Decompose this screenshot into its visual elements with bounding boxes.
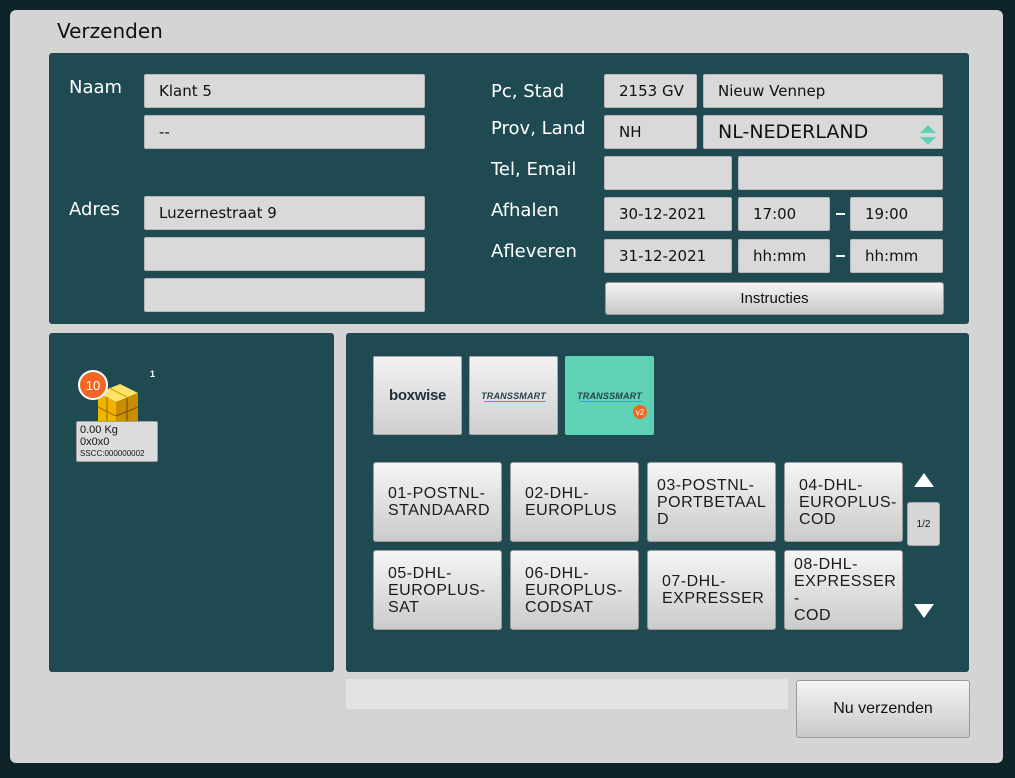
pickup-from-field[interactable]: 17:00 (738, 197, 830, 231)
address-line2-field[interactable] (144, 237, 425, 271)
page-indicator-label: 1/2 (916, 518, 931, 530)
city-field[interactable]: Nieuw Vennep (703, 74, 943, 108)
delivery-range-dash (836, 255, 845, 257)
service-button-08[interactable]: 08-DHL- EXPRESSER- COD (784, 550, 903, 630)
delivery-label: Afleveren (491, 241, 577, 262)
pickup-range-dash (836, 213, 845, 215)
service-button-01[interactable]: 01-POSTNL- STANDAARD (373, 462, 502, 542)
postcode-field[interactable]: 2153 GV (604, 74, 697, 108)
package-count-value: 10 (85, 377, 101, 393)
transsmart-v2-logo: TRANSSMART (577, 390, 642, 401)
carrier-boxwise-button[interactable]: boxwise (373, 356, 462, 435)
pickup-to-field[interactable]: 19:00 (850, 197, 943, 231)
transsmart-logo-underline (484, 401, 546, 402)
page-indicator: 1/2 (907, 502, 940, 546)
name2-field[interactable]: -- (144, 115, 425, 149)
carrier-transsmart-button[interactable]: TRANSSMART (469, 356, 558, 435)
email-field[interactable] (738, 156, 943, 190)
package-sscc: SSCC:000000002 (80, 449, 145, 458)
service-button-02[interactable]: 02-DHL- EUROPLUS (510, 462, 639, 542)
package-info: 0.00 Kg 0x0x0 SSCC:000000002 (76, 421, 158, 462)
transsmart-logo: TRANSSMART (481, 390, 546, 401)
transsmart-v2-logo-underline (580, 401, 642, 402)
version-badge-label: v2 (635, 407, 645, 417)
pickup-date-field[interactable]: 30-12-2021 (604, 197, 732, 231)
package-weight: 0.00 Kg (80, 424, 118, 436)
province-field[interactable]: NH (604, 115, 697, 149)
send-window: Verzenden Naam Klant 5 -- Adres Luzernes… (10, 10, 1003, 763)
tel-email-label: Tel, Email (491, 159, 577, 180)
package-panel: 10 1 0.00 Kg 0x0x0 SSCC:000000002 (49, 333, 334, 672)
country-select[interactable]: NL-NEDERLAND (703, 115, 943, 149)
delivery-from-field[interactable]: hh:mm (738, 239, 830, 273)
window-title: Verzenden (57, 19, 163, 43)
country-select-value: NL-NEDERLAND (718, 121, 869, 143)
name-label: Naam (69, 77, 123, 98)
address-panel: Naam Klant 5 -- Adres Luzernestraat 9 Pc… (49, 53, 969, 324)
page-up-arrow-icon[interactable] (913, 472, 935, 488)
name-field[interactable]: Klant 5 (144, 74, 425, 108)
package-item[interactable]: 10 1 0.00 Kg 0x0x0 SSCC:000000002 (76, 360, 160, 464)
delivery-date-field[interactable]: 31-12-2021 (604, 239, 732, 273)
version-badge: v2 (633, 405, 647, 419)
tel-field[interactable] (604, 156, 732, 190)
package-dimensions: 0x0x0 (80, 436, 110, 448)
service-button-03[interactable]: 03-POSTNL- PORTBETAAL D (647, 462, 776, 542)
address-line3-field[interactable] (144, 278, 425, 312)
select-arrows-icon (920, 125, 936, 145)
service-button-06[interactable]: 06-DHL- EUROPLUS- CODSAT (510, 550, 639, 630)
address-line1-field[interactable]: Luzernestraat 9 (144, 196, 425, 230)
instructions-button[interactable]: Instructies (605, 282, 944, 315)
pc-city-label: Pc, Stad (491, 81, 565, 102)
carrier-panel: boxwise TRANSSMART TRANSSMART v2 01-POST… (346, 333, 969, 672)
boxwise-logo: boxwise (388, 387, 447, 404)
delivery-to-field[interactable]: hh:mm (850, 239, 943, 273)
address-label: Adres (69, 199, 120, 220)
service-button-04[interactable]: 04-DHL- EUROPLUS- COD (784, 462, 903, 542)
status-bar (346, 679, 788, 709)
carrier-transsmart-v2-button[interactable]: TRANSSMART v2 (565, 356, 654, 435)
package-index: 1 (150, 369, 156, 379)
pickup-label: Afhalen (491, 200, 559, 221)
package-count-badge: 10 (78, 370, 108, 400)
prov-country-label: Prov, Land (491, 118, 586, 139)
service-button-05[interactable]: 05-DHL- EUROPLUS- SAT (373, 550, 502, 630)
page-down-arrow-icon[interactable] (913, 603, 935, 619)
service-button-07[interactable]: 07-DHL- EXPRESSER (647, 550, 776, 630)
send-now-button[interactable]: Nu verzenden (796, 680, 970, 738)
